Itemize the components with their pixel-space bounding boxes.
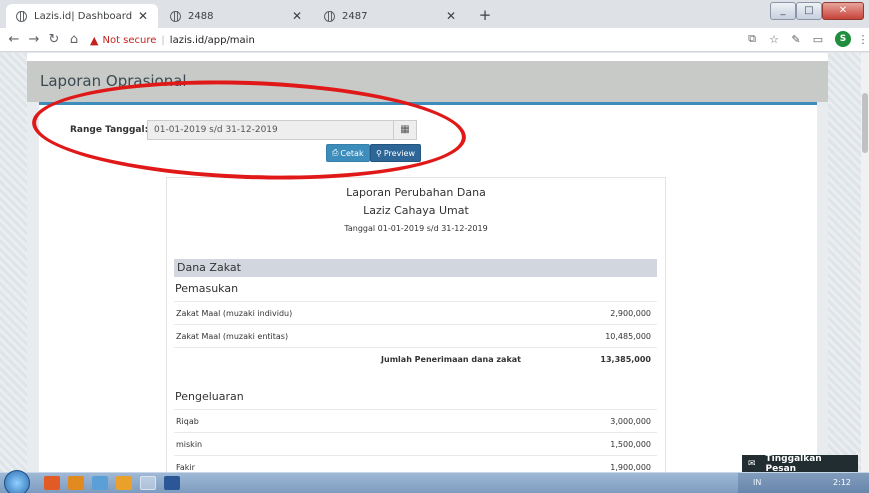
forward-icon[interactable]: → [24, 32, 44, 47]
total-value: 13,385,000 [600, 355, 651, 364]
os-taskbar: IN 2:12 [0, 470, 869, 493]
row-label: miskin [176, 440, 203, 449]
chrome-taskbar-icon[interactable] [140, 476, 156, 490]
cast-icon[interactable]: ▭ [807, 33, 829, 46]
language-indicator[interactable]: IN [753, 478, 761, 487]
browser-tab-2488[interactable]: 2488 ✕ [160, 4, 312, 28]
profile-avatar[interactable]: S [835, 31, 851, 47]
address-bar[interactable]: ▲ Not secure | lazis.id/app/main [90, 31, 255, 49]
table-row: Riqab 3,000,000 [174, 409, 657, 432]
pengeluaran-heading: Pengeluaran [175, 390, 244, 403]
toolbar-actions: ⧉ ☆ ✎ ▭ S ⋮ [741, 31, 869, 47]
close-icon[interactable]: ✕ [138, 9, 148, 23]
minimize-button[interactable]: _ [770, 2, 796, 20]
calendar-icon[interactable]: ▦ [393, 120, 417, 140]
row-value: 2,900,000 [610, 309, 651, 318]
preview-button[interactable]: ⚲ Preview [370, 144, 421, 162]
browser-toolbar: ← → ↻ ⌂ ▲ Not secure | lazis.id/app/main… [0, 28, 869, 52]
globe-icon [324, 10, 335, 22]
file-explorer-icon[interactable] [92, 476, 108, 490]
print-button-label: Cetak [340, 148, 364, 158]
total-label: Jumlah Penerimaan dana zakat [381, 355, 521, 364]
globe-icon [16, 10, 27, 22]
top-panel-edge [27, 53, 828, 61]
url-divider: | [161, 34, 165, 46]
row-label: Zakat Maal (muzaki entitas) [176, 332, 289, 341]
page-header: Laporan Oprasional [27, 61, 828, 102]
page-viewport: Laporan Oprasional Range Tanggal: 01-01-… [0, 53, 869, 472]
report-organization: Laziz Cahaya Umat [363, 204, 469, 217]
row-label: Fakir [176, 463, 195, 472]
report-period: Tanggal 01-01-2019 s/d 31-12-2019 [344, 224, 488, 233]
print-icon: ⎙ [332, 148, 339, 157]
background-pattern-left [0, 53, 27, 472]
browser-tabstrip: Lazis.id| Dashboard ✕ 2488 ✕ 2487 ✕ + _ … [0, 0, 869, 28]
row-value: 3,000,000 [610, 417, 651, 426]
tab-title: 2487 [342, 10, 368, 22]
browser-tab-2487[interactable]: 2487 ✕ [314, 4, 466, 28]
reload-icon[interactable]: ↻ [44, 32, 64, 47]
browser-tab-dashboard[interactable]: Lazis.id| Dashboard ✕ [6, 4, 158, 28]
scrollbar-thumb[interactable] [862, 93, 868, 153]
table-row: Fakir 1,900,000 [174, 455, 657, 472]
table-row: Zakat Maal (muzaki entitas) 10,485,000 [174, 324, 657, 347]
section-dana-zakat: Dana Zakat [174, 259, 657, 277]
warning-icon: ▲ [90, 33, 99, 47]
app-icon[interactable] [116, 476, 132, 490]
translate-icon[interactable]: ⧉ [741, 32, 763, 46]
close-icon[interactable]: ✕ [446, 9, 456, 23]
table-row: miskin 1,500,000 [174, 432, 657, 455]
new-tab-button[interactable]: + [476, 6, 494, 24]
security-label: Not secure [102, 34, 157, 46]
leave-message-label: Tinggalkan Pesan [765, 453, 822, 473]
url-text: lazis.id/app/main [169, 34, 255, 46]
leave-message-button[interactable]: ✉ Tinggalkan Pesan [742, 453, 858, 473]
total-row: Jumlah Penerimaan dana zakat 13,385,000 [174, 347, 657, 370]
search-icon: ⚲ [376, 148, 382, 158]
date-range-input[interactable]: 01-01-2019 s/d 31-12-2019 [147, 120, 394, 140]
row-label: Zakat Maal (muzaki individu) [176, 309, 293, 318]
close-window-button[interactable]: ✕ [822, 2, 864, 20]
close-icon[interactable]: ✕ [292, 9, 302, 23]
report-document: Laporan Perubahan Dana Laziz Cahaya Umat… [166, 177, 666, 472]
range-label: Range Tanggal: [70, 125, 149, 135]
word-icon[interactable] [164, 476, 180, 490]
globe-icon [170, 10, 181, 22]
tab-title: Lazis.id| Dashboard [34, 10, 132, 22]
extension-icon[interactable]: ✎ [785, 33, 807, 46]
row-label: Riqab [176, 417, 199, 426]
home-icon[interactable]: ⌂ [64, 32, 84, 47]
row-value: 10,485,000 [605, 332, 651, 341]
system-tray: IN 2:12 [738, 473, 869, 493]
page-scrollbar[interactable] [861, 53, 869, 472]
page-title: Laporan Oprasional [40, 72, 187, 90]
print-button[interactable]: ⎙ Cetak [326, 144, 370, 162]
row-value: 1,500,000 [610, 440, 651, 449]
pemasukan-heading: Pemasukan [175, 282, 239, 295]
clock[interactable]: 2:12 [833, 478, 851, 487]
firefox-icon[interactable] [44, 476, 60, 490]
report-title: Laporan Perubahan Dana [346, 186, 486, 199]
table-row: Zakat Maal (muzaki individu) 2,900,000 [174, 301, 657, 324]
row-value: 1,900,000 [610, 463, 651, 472]
background-pattern-right [828, 53, 861, 472]
media-player-icon[interactable] [68, 476, 84, 490]
tab-title: 2488 [188, 10, 214, 22]
maximize-button[interactable]: □ [796, 2, 822, 20]
preview-button-label: Preview [383, 148, 415, 158]
bookmark-star-icon[interactable]: ☆ [763, 33, 785, 46]
back-icon[interactable]: ← [4, 32, 24, 47]
envelope-icon: ✉ [748, 458, 756, 469]
start-button[interactable] [4, 470, 30, 493]
report-panel: Range Tanggal: 01-01-2019 s/d 31-12-2019… [39, 102, 817, 472]
menu-kebab-icon[interactable]: ⋮ [857, 33, 869, 46]
